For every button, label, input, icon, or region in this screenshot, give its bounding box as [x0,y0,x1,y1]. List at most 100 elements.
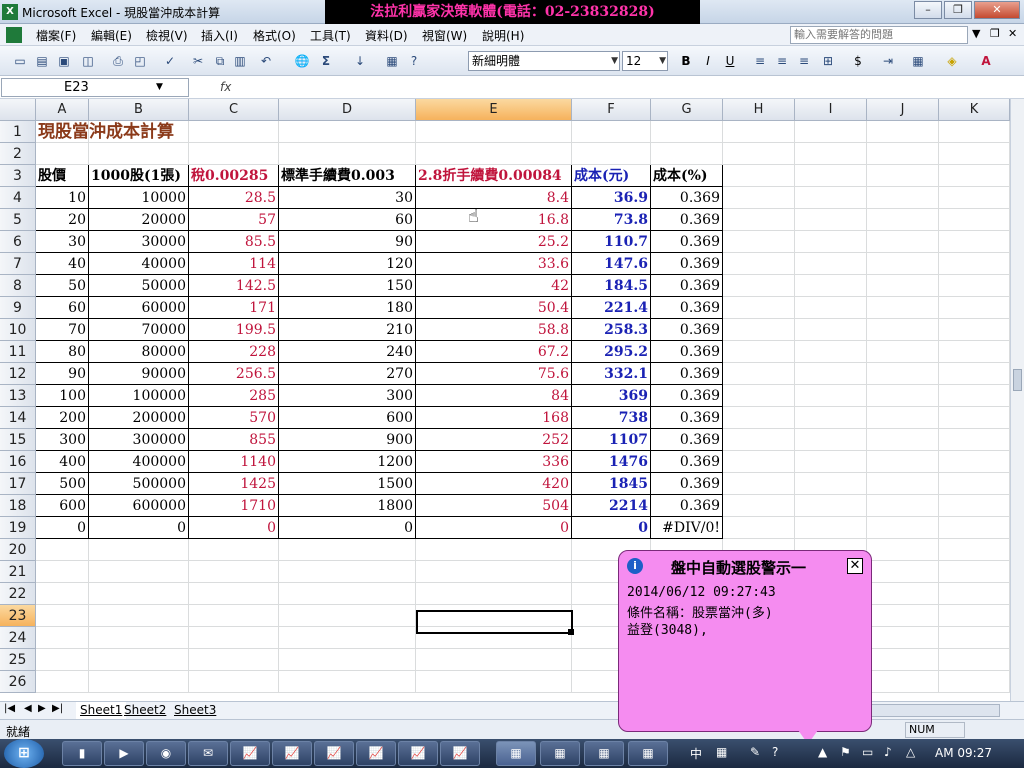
cell-h18[interactable] [723,495,795,517]
data-cell-a10[interactable]: 70 [36,319,89,341]
cell-a20[interactable] [36,539,89,561]
font-color-icon[interactable]: A [978,53,994,69]
data-cell-f4[interactable]: 36.9 [572,187,651,209]
start-button[interactable]: ⊞ [4,739,44,768]
data-cell-a12[interactable]: 90 [36,363,89,385]
font-name-select[interactable]: 新細明體 ▼ [468,51,620,71]
cell-k21[interactable] [939,561,1010,583]
data-cell-d12[interactable]: 270 [279,363,416,385]
data-cell-e13[interactable]: 84 [416,385,572,407]
cell-c25[interactable] [189,649,279,671]
horizontal-scrollbar[interactable] [870,704,1000,717]
header-cell-c[interactable]: 稅0.00285 [189,165,279,187]
cell-i19[interactable] [795,517,867,539]
data-cell-b12[interactable]: 90000 [89,363,189,385]
data-cell-c10[interactable]: 199.5 [189,319,279,341]
data-cell-b5[interactable]: 20000 [89,209,189,231]
column-header-a[interactable]: A [36,99,89,121]
data-cell-e18[interactable]: 504 [416,495,572,517]
volume-icon[interactable]: ♪ [884,745,892,759]
cell-d23[interactable] [279,605,416,627]
data-cell-b19[interactable]: 0 [89,517,189,539]
cell-e22[interactable] [416,583,572,605]
ime-indicator[interactable]: 中 [690,745,702,762]
data-cell-b18[interactable]: 600000 [89,495,189,517]
cell-i10[interactable] [795,319,867,341]
data-cell-d19[interactable]: 0 [279,517,416,539]
undo-icon[interactable]: ↶ [258,53,274,69]
data-cell-a9[interactable]: 60 [36,297,89,319]
header-cell-g[interactable]: 成本(%) [651,165,723,187]
cell-k7[interactable] [939,253,1010,275]
data-cell-g11[interactable]: 0.369 [651,341,723,363]
data-cell-f11[interactable]: 295.2 [572,341,651,363]
cell-d25[interactable] [279,649,416,671]
row-header-12[interactable]: 12 [0,363,36,385]
cell-j13[interactable] [867,385,939,407]
data-cell-b7[interactable]: 40000 [89,253,189,275]
column-header-h[interactable]: H [723,99,795,121]
cell-h3[interactable] [723,165,795,187]
cell-k9[interactable] [939,297,1010,319]
data-cell-b17[interactable]: 500000 [89,473,189,495]
row-header-20[interactable]: 20 [0,539,36,561]
trading-app-icon[interactable]: 📈 [314,741,354,766]
fill-color-icon[interactable]: ◈ [944,53,960,69]
row-header-9[interactable]: 9 [0,297,36,319]
column-header-g[interactable]: G [651,99,723,121]
help-search-input[interactable]: 輸入需要解答的問題 [790,26,968,44]
cell-k13[interactable] [939,385,1010,407]
data-cell-f15[interactable]: 1107 [572,429,651,451]
cell-j25[interactable] [867,649,939,671]
data-cell-c16[interactable]: 1140 [189,451,279,473]
help-icon[interactable]: ? [772,745,778,759]
cell-c23[interactable] [189,605,279,627]
data-cell-f5[interactable]: 73.8 [572,209,651,231]
cell-j19[interactable] [867,517,939,539]
header-cell-d[interactable]: 標準手續費0.003 [279,165,416,187]
cell-j3[interactable] [867,165,939,187]
close-icon[interactable]: ✕ [847,558,863,574]
chevron-down-icon[interactable]: ▼ [156,82,163,92]
row-header-22[interactable]: 22 [0,583,36,605]
data-cell-e9[interactable]: 50.4 [416,297,572,319]
cell-b25[interactable] [89,649,189,671]
cell-j10[interactable] [867,319,939,341]
row-header-26[interactable]: 26 [0,671,36,693]
excel-task-icon[interactable]: ▦ [628,741,668,766]
cell-a21[interactable] [36,561,89,583]
data-cell-c11[interactable]: 228 [189,341,279,363]
data-cell-a8[interactable]: 50 [36,275,89,297]
menu-insert[interactable]: 插入(I) [201,27,238,44]
new-file-icon[interactable]: ▭ [12,53,28,69]
data-cell-b10[interactable]: 70000 [89,319,189,341]
drive-icon[interactable]: △ [906,745,915,759]
tool-icon[interactable]: ✎ [750,745,760,759]
tab-sheet1[interactable]: Sheet1 [76,702,127,719]
scroll-thumb[interactable] [1013,369,1022,391]
data-cell-b16[interactable]: 400000 [89,451,189,473]
cell-j4[interactable] [867,187,939,209]
menu-tools[interactable]: 工具(T) [310,27,351,44]
cell-e26[interactable] [416,671,572,693]
cell-c21[interactable] [189,561,279,583]
row-header-1[interactable]: 1 [0,121,36,143]
cell-d2[interactable] [279,143,416,165]
cell-g2[interactable] [651,143,723,165]
data-cell-g19[interactable]: #DIV/0! [651,517,723,539]
cell-h2[interactable] [723,143,795,165]
data-cell-b13[interactable]: 100000 [89,385,189,407]
data-cell-a11[interactable]: 80 [36,341,89,363]
cell-d21[interactable] [279,561,416,583]
cell-b26[interactable] [89,671,189,693]
cell-c24[interactable] [189,627,279,649]
cell-j2[interactable] [867,143,939,165]
data-cell-a16[interactable]: 400 [36,451,89,473]
cell-g1[interactable] [651,121,723,143]
row-header-3[interactable]: 3 [0,165,36,187]
cell-i9[interactable] [795,297,867,319]
cell-h7[interactable] [723,253,795,275]
data-cell-g16[interactable]: 0.369 [651,451,723,473]
data-cell-d4[interactable]: 30 [279,187,416,209]
row-header-25[interactable]: 25 [0,649,36,671]
